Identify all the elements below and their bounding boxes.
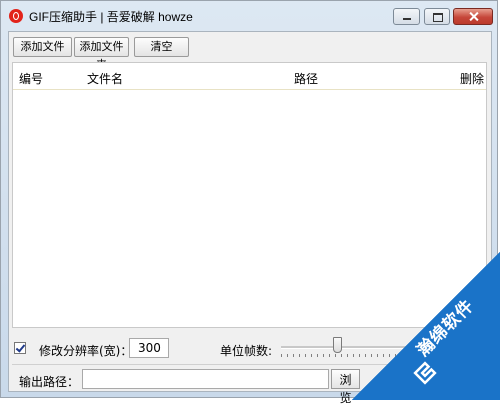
output-path-label: 输出路径： [19, 375, 80, 389]
list-header: 编号 文件名 路径 删除 [13, 63, 486, 90]
unit-fps-label: 单位帧数: [220, 344, 273, 358]
modify-resolution-checkbox[interactable] [14, 342, 26, 354]
column-header-filename[interactable]: 文件名 [87, 70, 123, 87]
close-button[interactable] [453, 8, 493, 25]
app-logo-icon [9, 9, 23, 23]
add-file-button[interactable]: 添加文件 [13, 37, 72, 57]
modify-resolution-label: 修改分辨率(宽)： [39, 344, 133, 358]
column-header-path[interactable]: 路径 [294, 70, 318, 87]
column-header-delete[interactable]: 删除 [460, 70, 484, 87]
watermark-text: 瀚绵软件 [413, 295, 479, 361]
resolution-width-input[interactable]: 300 [129, 338, 169, 358]
output-path-input[interactable] [82, 369, 329, 389]
column-header-id[interactable]: 编号 [19, 70, 43, 87]
slider-thumb[interactable] [333, 337, 342, 353]
watermark-logo-icon [413, 361, 437, 385]
window-title: GIF压缩助手 | 吾爱破解 howze [29, 10, 193, 24]
watermark-badge: 瀚绵软件 [352, 252, 500, 400]
title-bar[interactable]: GIF压缩助手 | 吾爱破解 howze [1, 1, 497, 31]
minimize-button[interactable] [393, 8, 420, 25]
maximize-button[interactable] [424, 8, 450, 25]
clear-button[interactable]: 清空 [134, 37, 189, 57]
add-folder-button[interactable]: 添加文件夹 [74, 37, 129, 71]
